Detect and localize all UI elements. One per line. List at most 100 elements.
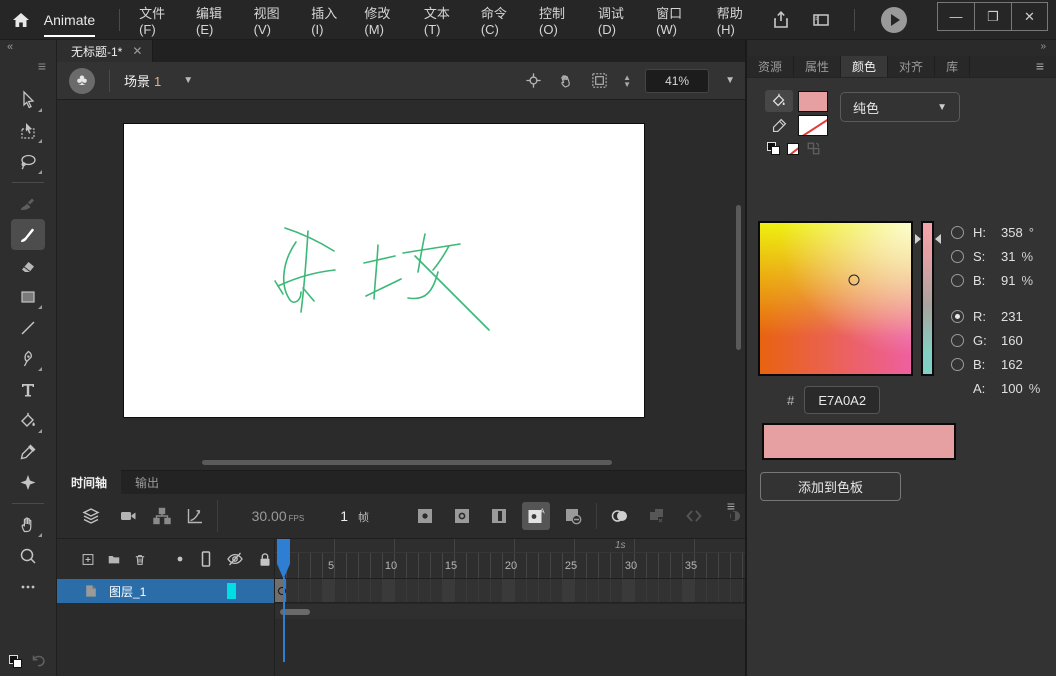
color-value[interactable]: 162 — [1001, 357, 1023, 372]
menu-item-8[interactable]: 调试(D) — [589, 0, 645, 42]
frame-cell-14[interactable] — [431, 579, 443, 602]
panel-tab-属性[interactable]: 属性 — [794, 56, 842, 77]
frame-cell-22[interactable] — [527, 579, 539, 602]
more-tools-button[interactable] — [11, 571, 45, 602]
panel-menu-icon[interactable]: ≡ — [1024, 56, 1056, 77]
frame-cell-35[interactable] — [683, 579, 695, 602]
timeline-frames-pane[interactable]: 1s 5 10 15 20 25 30 35 — [275, 539, 745, 676]
default-colors-icon[interactable] — [767, 142, 780, 155]
fps-value[interactable]: 30.00 — [252, 508, 287, 524]
color-radio[interactable] — [951, 225, 964, 239]
frame-cell-28[interactable] — [599, 579, 611, 602]
layer-parenting-icon[interactable] — [152, 506, 172, 526]
hex-input[interactable]: E7A0A2 — [804, 386, 881, 414]
frame-cell-39[interactable] — [731, 579, 743, 602]
create-tween-button[interactable] — [643, 502, 671, 530]
rectangle-tool[interactable] — [11, 281, 45, 312]
frame-cell-29[interactable] — [611, 579, 623, 602]
color-mode-select[interactable]: 纯色 ▼ — [840, 92, 960, 122]
no-color-icon[interactable] — [787, 142, 799, 155]
clip-content-icon[interactable] — [590, 71, 609, 90]
frame-cell-8[interactable] — [359, 579, 371, 602]
center-stage-icon[interactable] — [524, 71, 543, 90]
timeline-scroll-thumb[interactable] — [280, 609, 310, 615]
panel-tab-对齐[interactable]: 对齐 — [888, 56, 936, 77]
frame-cell-13[interactable] — [419, 579, 431, 602]
color-value[interactable]: 231 — [1001, 309, 1023, 324]
text-tool[interactable] — [11, 374, 45, 405]
frame-cell-4[interactable] — [311, 579, 323, 602]
lock-layer-icon[interactable] — [256, 550, 274, 569]
color-picker-marker[interactable] — [848, 274, 860, 286]
color-value[interactable]: 91 — [1001, 273, 1015, 288]
menu-item-2[interactable]: 视图(V) — [245, 0, 301, 42]
undo-icon[interactable] — [29, 652, 47, 670]
color-radio[interactable] — [951, 273, 964, 287]
layers-stack-icon[interactable] — [81, 506, 101, 526]
minimize-button[interactable]: — — [937, 2, 974, 31]
frame-cell-30[interactable] — [623, 579, 635, 602]
onion-skin-button[interactable] — [606, 502, 634, 530]
auto-keyframe-button[interactable]: A — [522, 502, 550, 530]
outline-view-icon[interactable] — [198, 550, 214, 568]
frame-cell-20[interactable] — [503, 579, 515, 602]
canvas-vscrollbar[interactable] — [736, 205, 741, 350]
scene-label[interactable]: 场景 1 — [124, 71, 161, 90]
camera-icon[interactable] — [119, 506, 139, 526]
frame-cell-23[interactable] — [539, 579, 551, 602]
zoom-stepper[interactable]: ▲ ▼ — [623, 73, 631, 88]
hue-slider-handles[interactable] — [915, 234, 941, 244]
color-preview-swatch[interactable] — [762, 423, 956, 460]
eraser-tool[interactable] — [11, 250, 45, 281]
zoom-tool[interactable] — [11, 540, 45, 571]
color-radio[interactable] — [951, 249, 964, 263]
frame-cell-1[interactable] — [275, 579, 287, 602]
graph-editor-icon[interactable] — [185, 506, 205, 526]
frame-cell-31[interactable] — [635, 579, 647, 602]
frame-cell-26[interactable] — [575, 579, 587, 602]
frame-cell-10[interactable] — [383, 579, 395, 602]
color-radio[interactable] — [951, 309, 964, 323]
frame-cell-17[interactable] — [467, 579, 479, 602]
frame-cell-25[interactable] — [563, 579, 575, 602]
frame-cell-33[interactable] — [659, 579, 671, 602]
frame-cell-36[interactable] — [695, 579, 707, 602]
fill-color-button[interactable] — [765, 90, 793, 112]
add-to-swatches-button[interactable]: 添加到色板 — [760, 472, 901, 501]
frame-cell-24[interactable] — [551, 579, 563, 602]
color-value[interactable]: 100 — [1001, 381, 1023, 396]
panel-tab-颜色[interactable]: 颜色 — [841, 56, 889, 77]
color-value[interactable]: 31 — [1001, 249, 1015, 264]
color-value[interactable]: 160 — [1001, 333, 1023, 348]
line-tool[interactable] — [11, 312, 45, 343]
selection-tool[interactable] — [11, 84, 45, 115]
frame-cell-19[interactable] — [491, 579, 503, 602]
insert-keyframe-button[interactable] — [411, 502, 439, 530]
menu-item-6[interactable]: 命令(C) — [472, 0, 528, 42]
fluid-brush-tool[interactable] — [11, 188, 45, 219]
close-button[interactable]: ✕ — [1011, 2, 1048, 31]
frame-row[interactable] — [275, 579, 745, 603]
new-folder-icon[interactable] — [107, 550, 121, 569]
frame-cell-2[interactable] — [287, 579, 299, 602]
panel-tab-资源[interactable]: 资源 — [747, 56, 795, 77]
frame-cell-7[interactable] — [347, 579, 359, 602]
insert-blank-keyframe-button[interactable] — [448, 502, 476, 530]
frame-cell-3[interactable] — [299, 579, 311, 602]
collapse-panel-icon[interactable]: « — [7, 41, 13, 53]
menu-item-3[interactable]: 插入(I) — [302, 0, 353, 42]
frame-cell-15[interactable] — [443, 579, 455, 602]
tab-close-icon[interactable]: ✕ — [132, 44, 142, 58]
scene-dropdown-icon[interactable]: ▼ — [183, 75, 193, 86]
canvas-hscrollbar[interactable] — [202, 460, 612, 465]
asset-warp-tool[interactable] — [11, 467, 45, 498]
timeline-tab-时间轴[interactable]: 时间轴 — [57, 470, 122, 495]
stage[interactable] — [123, 123, 645, 418]
zoom-dropdown-icon[interactable]: ▼ — [725, 75, 735, 86]
subselection-tool[interactable] — [11, 115, 45, 146]
timeline-menu-icon[interactable]: ≡ — [727, 498, 735, 514]
color-radio[interactable] — [951, 333, 964, 347]
stroke-color-button[interactable] — [765, 114, 793, 136]
frame-cell-27[interactable] — [587, 579, 599, 602]
frame-cell-37[interactable] — [707, 579, 719, 602]
